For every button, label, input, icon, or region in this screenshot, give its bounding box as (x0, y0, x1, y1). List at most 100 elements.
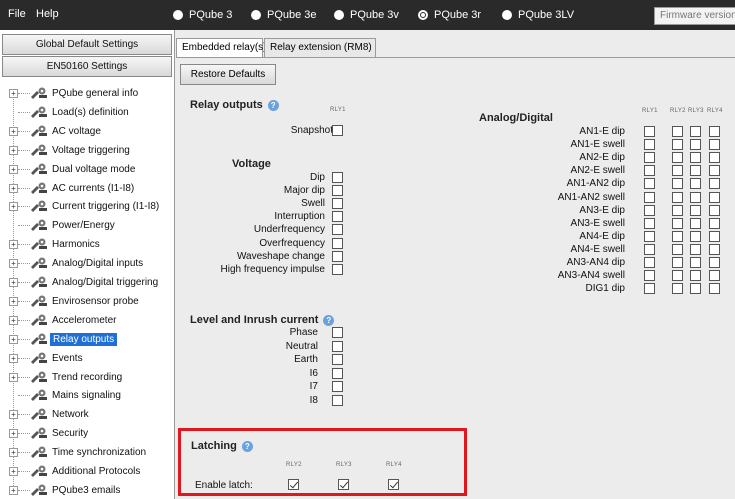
sidebar-item-analog-digital-triggering[interactable]: + Analog/Digital triggering (0, 273, 174, 292)
ad-rly2-checkbox[interactable] (672, 191, 683, 203)
ad-rly3-checkbox[interactable] (690, 270, 701, 282)
expand-icon[interactable]: + (9, 334, 18, 344)
ad-rly4-checkbox[interactable] (709, 126, 720, 137)
radio-pqube3v[interactable]: PQube 3v (334, 7, 399, 23)
level-rly1-checkbox[interactable] (332, 367, 343, 379)
expand-icon[interactable]: + (9, 372, 18, 382)
restore-defaults-button[interactable]: Restore Defaults (180, 64, 276, 85)
ad-rly2-checkbox[interactable] (672, 257, 683, 268)
sidebar-item-pqube-general-info[interactable]: + PQube general info (0, 84, 174, 103)
sidebar-item-time-synchronization[interactable]: + Time synchronization (0, 443, 174, 462)
firmware-version-field[interactable]: Firmware version 3.10.x (654, 7, 735, 25)
help-menu[interactable]: Help (36, 0, 59, 30)
voltage-rly1-checkbox[interactable] (332, 264, 343, 275)
expand-icon[interactable]: + (9, 429, 18, 439)
ad-rly4-checkbox[interactable] (709, 152, 720, 164)
ad-rly1-checkbox[interactable] (644, 165, 655, 177)
sidebar-item-voltage-triggering[interactable]: + Voltage triggering (0, 141, 174, 160)
ad-rly1-checkbox[interactable] (644, 204, 655, 216)
ad-rly1-checkbox[interactable] (644, 178, 655, 190)
ad-rly3-checkbox[interactable] (690, 283, 701, 295)
ad-rly2-checkbox[interactable] (672, 152, 683, 164)
ad-rly4-checkbox[interactable] (709, 257, 720, 268)
sidebar-item-events[interactable]: + Events (0, 349, 174, 368)
voltage-rly1-checkbox[interactable] (332, 185, 343, 196)
expand-icon[interactable]: + (9, 353, 18, 363)
radio-pqube3[interactable]: PQube 3 (173, 7, 232, 23)
sidebar-item-dual-voltage-mode[interactable]: + Dual voltage mode (0, 160, 174, 179)
expand-icon[interactable]: + (9, 315, 18, 325)
en50160-settings-button[interactable]: EN50160 Settings (2, 56, 172, 77)
ad-rly4-checkbox[interactable] (709, 165, 720, 177)
ad-rly1-checkbox[interactable] (644, 243, 655, 255)
ad-rly2-checkbox[interactable] (672, 230, 683, 242)
file-menu[interactable]: File (8, 0, 26, 30)
expand-icon[interactable]: + (9, 164, 18, 174)
voltage-rly1-checkbox[interactable] (332, 251, 343, 262)
help-icon[interactable]: ? (267, 99, 279, 111)
expand-icon[interactable]: + (9, 145, 18, 155)
sidebar-item-network[interactable]: + Network (0, 405, 174, 424)
ad-rly2-checkbox[interactable] (672, 204, 683, 216)
radio-pqube3lv[interactable]: PQube 3LV (502, 7, 574, 23)
sidebar-item-load-s-definition[interactable]: Load(s) definition (0, 103, 174, 122)
ad-rly1-checkbox[interactable] (644, 126, 655, 137)
level-rly1-checkbox[interactable] (332, 354, 343, 366)
ad-rly1-checkbox[interactable] (644, 152, 655, 164)
enable-latch-rly3-checkbox[interactable] (338, 479, 349, 490)
ad-rly3-checkbox[interactable] (690, 257, 701, 268)
sidebar-item-ac-currents-i1-i8[interactable]: + AC currents (I1-I8) (0, 179, 174, 198)
sidebar-item-ac-voltage[interactable]: + AC voltage (0, 122, 174, 141)
level-rly1-checkbox[interactable] (332, 340, 343, 352)
ad-rly4-checkbox[interactable] (709, 217, 720, 229)
expand-icon[interactable]: + (9, 259, 18, 269)
ad-rly2-checkbox[interactable] (672, 217, 683, 229)
sidebar-item-harmonics[interactable]: + Harmonics (0, 235, 174, 254)
ad-rly2-checkbox[interactable] (672, 165, 683, 177)
sidebar-item-accelerometer[interactable]: + Accelerometer (0, 311, 174, 330)
level-rly1-checkbox[interactable] (332, 381, 343, 393)
expand-icon[interactable]: + (9, 202, 18, 212)
radio-pqube3r[interactable]: PQube 3r (418, 7, 481, 23)
ad-rly3-checkbox[interactable] (690, 204, 701, 216)
ad-rly4-checkbox[interactable] (709, 270, 720, 282)
ad-rly4-checkbox[interactable] (709, 243, 720, 255)
sidebar-item-power-energy[interactable]: Power/Energy (0, 216, 174, 235)
expand-icon[interactable]: + (9, 448, 18, 458)
sidebar-item-current-triggering-i1-i8[interactable]: + Current triggering (I1-I8) (0, 197, 174, 216)
ad-rly2-checkbox[interactable] (672, 283, 683, 295)
ad-rly2-checkbox[interactable] (672, 243, 683, 255)
ad-rly4-checkbox[interactable] (709, 283, 720, 295)
expand-icon[interactable]: + (9, 467, 18, 476)
radio-pqube3e[interactable]: PQube 3e (251, 7, 317, 23)
tab-relay-extension[interactable]: Relay extension (RM8) (264, 38, 376, 57)
ad-rly1-checkbox[interactable] (644, 230, 655, 242)
ad-rly3-checkbox[interactable] (690, 217, 701, 229)
voltage-rly1-checkbox[interactable] (332, 224, 343, 235)
sidebar-item-pqube3-emails[interactable]: + PQube3 emails (0, 481, 174, 499)
expand-icon[interactable]: + (9, 485, 18, 495)
ad-rly4-checkbox[interactable] (709, 191, 720, 203)
level-rly1-checkbox[interactable] (332, 327, 343, 338)
tab-embedded-relays[interactable]: Embedded relay(s) (176, 38, 266, 58)
ad-rly1-checkbox[interactable] (644, 257, 655, 268)
ad-rly4-checkbox[interactable] (709, 139, 720, 151)
ad-rly4-checkbox[interactable] (709, 178, 720, 190)
ad-rly3-checkbox[interactable] (690, 178, 701, 190)
help-icon[interactable]: ? (241, 440, 253, 452)
expand-icon[interactable]: + (9, 410, 18, 420)
ad-rly4-checkbox[interactable] (709, 230, 720, 242)
snapshot-rly1-checkbox[interactable] (332, 125, 343, 136)
sidebar-item-trend-recording[interactable]: + Trend recording (0, 368, 174, 387)
ad-rly3-checkbox[interactable] (690, 191, 701, 203)
ad-rly4-checkbox[interactable] (709, 204, 720, 216)
ad-rly2-checkbox[interactable] (672, 178, 683, 190)
expand-icon[interactable]: + (9, 183, 18, 193)
sidebar-item-additional-protocols[interactable]: + Additional Protocols (0, 462, 174, 481)
ad-rly1-checkbox[interactable] (644, 270, 655, 282)
ad-rly2-checkbox[interactable] (672, 270, 683, 282)
level-rly1-checkbox[interactable] (332, 395, 343, 406)
expand-icon[interactable]: + (9, 240, 18, 250)
enable-latch-rly2-checkbox[interactable] (288, 479, 299, 490)
ad-rly1-checkbox[interactable] (644, 217, 655, 229)
